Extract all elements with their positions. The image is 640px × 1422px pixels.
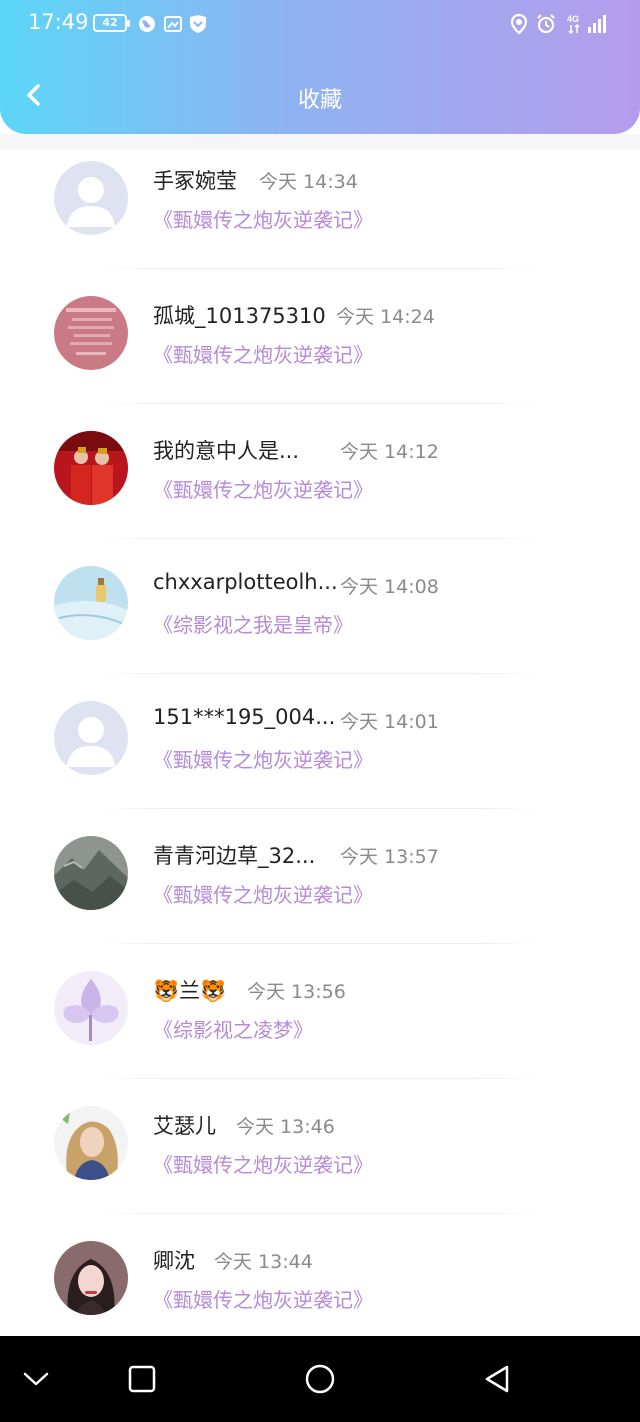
app-header: 17:49 42 4G 收藏: [0, 0, 640, 134]
book-title-link[interactable]: 《甄嬛传之炮灰逆袭记》: [153, 879, 373, 908]
favorite-time: 今天 14:34: [259, 171, 358, 193]
book-title-link[interactable]: 《甄嬛传之炮灰逆袭记》: [153, 1284, 373, 1313]
signal-icon: 4G: [567, 14, 606, 35]
book-title-link[interactable]: 《甄嬛传之炮灰逆袭记》: [153, 744, 373, 773]
chevron-down-icon[interactable]: [16, 1359, 56, 1399]
favorite-time: 今天 13:46: [236, 1116, 335, 1138]
favorite-time: 今天 14:24: [336, 306, 435, 328]
picture-notify-icon: [164, 16, 182, 32]
list-item[interactable]: 孤城_101375310 今天 14:24 《甄嬛传之炮灰逆袭记》: [0, 269, 640, 404]
network-label: 4G: [567, 14, 579, 24]
user-name[interactable]: 我的意中人是...: [153, 435, 299, 465]
status-time: 17:49: [28, 10, 89, 34]
list-item[interactable]: 艾瑟儿 今天 13:46 《甄嬛传之炮灰逆袭记》: [0, 1079, 640, 1214]
user-name[interactable]: 手冢婉莹: [153, 165, 237, 195]
nav-row: 收藏: [0, 66, 640, 126]
alarm-icon: [537, 14, 555, 34]
favorites-list: 手冢婉莹 今天 14:34 《甄嬛传之炮灰逆袭记》 孤城_101375310 今天 14…: [0, 134, 640, 1336]
battery-icon: 42: [93, 14, 130, 32]
user-name[interactable]: 151***195_004...: [153, 705, 335, 729]
page-title: 收藏: [297, 88, 342, 113]
book-title-link[interactable]: 《甄嬛传之炮灰逆袭记》: [153, 339, 373, 368]
status-bar: 17:49 42 4G: [0, 0, 640, 50]
home-icon[interactable]: [300, 1359, 340, 1399]
default-avatar[interactable]: [54, 701, 128, 775]
list-item[interactable]: 青青河边草_32... 今天 13:57 《甄嬛传之炮灰逆袭记》: [0, 809, 640, 944]
list-item[interactable]: 我的意中人是... 今天 14:12 《甄嬛传之炮灰逆袭记》: [0, 404, 640, 539]
globe-icon: [139, 16, 155, 32]
list-item[interactable]: 手冢婉莹 今天 14:34 《甄嬛传之炮灰逆袭记》: [0, 134, 640, 269]
shield-icon: [190, 15, 206, 33]
book-title-link[interactable]: 《综影视之凌梦》: [153, 1014, 313, 1043]
list-item[interactable]: chxxarplotteolh... 今天 14:08 《综影视之我是皇帝》: [0, 539, 640, 674]
red-wedding-avatar[interactable]: [54, 431, 128, 505]
back-triangle-icon[interactable]: [477, 1359, 517, 1399]
user-name[interactable]: 🐯兰🐯: [153, 975, 226, 1005]
user-name[interactable]: 卿沈: [153, 1245, 195, 1275]
mountain-avatar[interactable]: [54, 836, 128, 910]
purple-flower-avatar[interactable]: [54, 971, 128, 1045]
favorite-time: 今天 14:01: [340, 711, 439, 733]
favorite-time: 今天 13:57: [340, 846, 439, 868]
favorite-time: 今天 13:44: [214, 1251, 313, 1273]
book-title-link[interactable]: 《甄嬛传之炮灰逆袭记》: [153, 474, 373, 503]
blue-bottle-avatar[interactable]: [54, 566, 128, 640]
list-item[interactable]: 151***195_004... 今天 14:01 《甄嬛传之炮灰逆袭记》: [0, 674, 640, 809]
favorite-time: 今天 14:12: [340, 441, 439, 463]
user-name[interactable]: 青青河边草_32...: [153, 840, 315, 870]
system-nav-bar: [0, 1336, 640, 1422]
list-item[interactable]: 🐯兰🐯 今天 13:56 《综影视之凌梦》: [0, 944, 640, 1079]
book-title-link[interactable]: 《甄嬛传之炮灰逆袭记》: [153, 1149, 373, 1178]
user-name[interactable]: 艾瑟儿: [153, 1110, 216, 1140]
girl-portrait-avatar[interactable]: [54, 1241, 128, 1315]
list-item[interactable]: 卿沈 今天 13:44 《甄嬛传之炮灰逆袭记》: [0, 1214, 640, 1336]
location-icon: [510, 13, 528, 35]
user-name[interactable]: 孤城_101375310: [153, 300, 326, 330]
user-name[interactable]: chxxarplotteolh...: [153, 570, 338, 594]
favorite-time: 今天 13:56: [247, 981, 346, 1003]
blonde-girl-avatar[interactable]: [54, 1106, 128, 1180]
book-title-link[interactable]: 《综影视之我是皇帝》: [153, 609, 353, 638]
default-avatar[interactable]: [54, 161, 128, 235]
recent-apps-icon[interactable]: [122, 1359, 162, 1399]
pink-photo-avatar[interactable]: [54, 296, 128, 370]
favorite-time: 今天 14:08: [340, 576, 439, 598]
book-title-link[interactable]: 《甄嬛传之炮灰逆袭记》: [153, 204, 373, 233]
